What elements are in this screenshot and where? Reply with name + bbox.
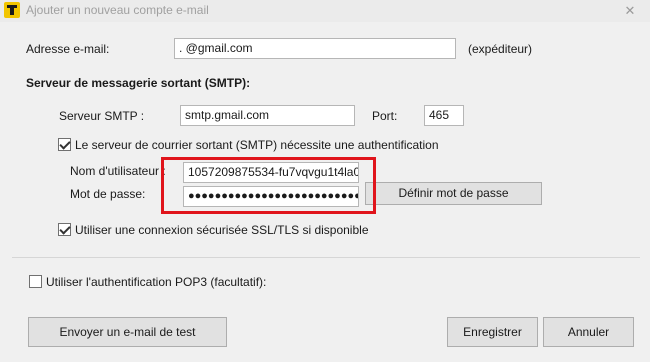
highlight-box: [161, 157, 376, 214]
password-label: Mot de passe:: [70, 187, 146, 201]
send-test-email-button[interactable]: Envoyer un e-mail de test: [28, 317, 227, 347]
email-suffix-label: (expéditeur): [468, 42, 533, 56]
smtp-section-title: Serveur de messagerie sortant (SMTP):: [26, 76, 251, 90]
separator: [12, 257, 640, 258]
set-password-button[interactable]: Définir mot de passe: [365, 182, 542, 205]
smtp-server-field[interactable]: smtp.gmail.com: [180, 105, 355, 126]
close-icon[interactable]: ✕: [618, 1, 642, 21]
smtp-auth-label: Le serveur de courrier sortant (SMTP) né…: [75, 138, 439, 152]
title-bar: Ajouter un nouveau compte e-mail ✕: [0, 0, 650, 22]
smtp-server-label: Serveur SMTP :: [59, 109, 145, 123]
pop3-checkbox[interactable]: [29, 275, 42, 288]
email-label: Adresse e-mail:: [26, 42, 110, 56]
port-label: Port:: [372, 109, 398, 123]
window-title: Ajouter un nouveau compte e-mail: [26, 3, 209, 17]
save-button[interactable]: Enregistrer: [447, 317, 538, 347]
username-label: Nom d'utilisateur :: [70, 164, 166, 178]
port-field[interactable]: 465: [424, 105, 464, 126]
smtp-auth-checkbox[interactable]: [58, 138, 71, 151]
pop3-label: Utiliser l'authentification POP3 (facult…: [46, 275, 267, 289]
ssl-checkbox[interactable]: [58, 223, 71, 236]
ssl-label: Utiliser une connexion sécurisée SSL/TLS…: [75, 223, 369, 237]
email-field[interactable]: . @gmail.com: [174, 38, 456, 59]
app-logo-icon: [4, 2, 20, 18]
cancel-button[interactable]: Annuler: [543, 317, 634, 347]
